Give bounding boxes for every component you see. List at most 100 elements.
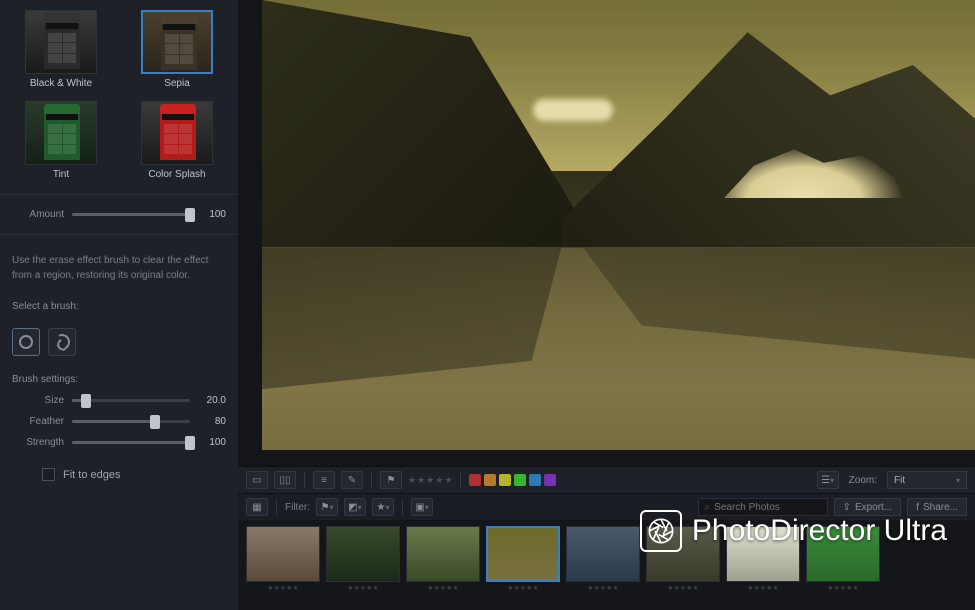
color-swatch[interactable] [484, 474, 496, 486]
thumb-rating[interactable]: ★★★★★ [427, 584, 458, 592]
filmstrip-thumb[interactable]: ★★★★★ [486, 526, 560, 592]
filter-label-button[interactable]: ◩▾ [344, 498, 366, 516]
slider-value: 20.0 [198, 395, 226, 406]
thumb-image [326, 526, 400, 582]
filmstrip[interactable]: ★★★★★ ★★★★★ ★★★★★ ★★★★★ ★★★★★ ★★★★★ ★★★★★ ★★★★★ [238, 520, 975, 610]
main-area: ▭ ▯▯ ≡ ✎ ⚑ ★★★★★ ☰▾ Zoom: Fit ▾ ▦ Filter… [238, 0, 975, 610]
color-swatch[interactable] [529, 474, 541, 486]
amount-slider[interactable]: Amount 100 [12, 209, 226, 220]
rating-stars[interactable]: ★★★★★ [408, 475, 452, 486]
preset-grid: Black & White Sepia Tint Color Splash [12, 10, 226, 180]
select-brush-label: Select a brush: [12, 301, 226, 312]
thumb-image [806, 526, 880, 582]
slider-value: 100 [198, 437, 226, 448]
slider-track[interactable] [72, 420, 190, 423]
view-toolbar: ▭ ▯▯ ≡ ✎ ⚑ ★★★★★ ☰▾ Zoom: Fit ▾ [238, 466, 975, 494]
zoom-label: Zoom: [849, 475, 877, 486]
color-swatch[interactable] [499, 474, 511, 486]
preset-label: Tint [53, 169, 69, 180]
erase-hint: Use the erase effect brush to clear the … [12, 253, 226, 283]
histogram-button[interactable]: ≡ [313, 471, 335, 489]
share-icon: f [916, 502, 919, 513]
zoom-select[interactable]: Fit ▾ [887, 471, 967, 489]
filmstrip-thumb[interactable]: ★★★★★ [646, 526, 720, 592]
chevron-down-icon: ▾ [956, 476, 960, 485]
slider-thumb[interactable] [185, 436, 195, 450]
filter-label: Filter: [285, 502, 310, 513]
thumb-rating[interactable]: ★★★★★ [267, 584, 298, 592]
preset-label: Black & White [30, 78, 92, 89]
search-box[interactable]: ⌕ × [698, 498, 828, 516]
slider-label: Strength [12, 437, 64, 448]
share-button[interactable]: f Share... [907, 498, 967, 516]
brush-settings-label: Brush settings: [12, 374, 226, 385]
thumb-image [246, 526, 320, 582]
tool-button[interactable]: ✎ [341, 471, 363, 489]
thumb-rating[interactable]: ★★★★★ [747, 584, 778, 592]
thumb-rating[interactable]: ★★★★★ [587, 584, 618, 592]
filmstrip-thumb[interactable]: ★★★★★ [326, 526, 400, 592]
search-input[interactable] [714, 502, 846, 513]
zoom-value: Fit [894, 475, 905, 486]
slider-thumb[interactable] [81, 394, 91, 408]
preview-image [262, 0, 975, 450]
strength-slider[interactable]: Strength 100 [12, 437, 226, 448]
feather-slider[interactable]: Feather 80 [12, 416, 226, 427]
size-slider[interactable]: Size 20.0 [12, 395, 226, 406]
filter-mode-button[interactable]: ▦ [246, 498, 268, 516]
brush-apply-button[interactable] [12, 328, 40, 356]
slider-value: 80 [198, 416, 226, 427]
filter-rating-button[interactable]: ★▾ [372, 498, 394, 516]
color-swatch[interactable] [514, 474, 526, 486]
circle-icon [19, 335, 33, 349]
preset-black-white[interactable]: Black & White [12, 10, 110, 89]
fit-edges-label: Fit to edges [63, 469, 120, 481]
canvas[interactable] [238, 0, 975, 466]
view-single-button[interactable]: ▭ [246, 471, 268, 489]
divider [0, 234, 238, 235]
preset-sepia[interactable]: Sepia [128, 10, 226, 89]
slider-track[interactable] [72, 213, 190, 216]
thumb-image [406, 526, 480, 582]
export-button[interactable]: ⇪ Export... [834, 498, 902, 516]
filmstrip-thumb[interactable]: ★★★★★ [566, 526, 640, 592]
thumb-rating[interactable]: ★★★★★ [827, 584, 858, 592]
swirl-icon [52, 332, 73, 353]
divider [0, 194, 238, 195]
flag-button[interactable]: ⚑ [380, 471, 402, 489]
filter-bar: ▦ Filter: ⚑▾ ◩▾ ★▾ ▣▾ ⌕ × ⇪ Export... f … [238, 494, 975, 520]
filmstrip-thumb[interactable]: ★★★★★ [406, 526, 480, 592]
thumb-rating[interactable]: ★★★★★ [507, 584, 538, 592]
export-icon: ⇪ [843, 502, 851, 513]
export-label: Export... [855, 502, 892, 513]
slider-value: 100 [198, 209, 226, 220]
fit-edges-checkbox[interactable] [42, 468, 55, 481]
thumb-image [726, 526, 800, 582]
slider-label: Amount [12, 209, 64, 220]
color-swatch[interactable] [544, 474, 556, 486]
search-icon: ⌕ [705, 502, 711, 513]
thumb-rating[interactable]: ★★★★★ [347, 584, 378, 592]
view-mode-button[interactable]: ☰▾ [817, 471, 839, 489]
brush-erase-button[interactable] [48, 328, 76, 356]
preset-tint[interactable]: Tint [12, 101, 110, 180]
color-labels [469, 474, 556, 486]
color-swatch[interactable] [469, 474, 481, 486]
thumb-rating[interactable]: ★★★★★ [667, 584, 698, 592]
preset-color-splash[interactable]: Color Splash [128, 101, 226, 180]
thumb-image [566, 526, 640, 582]
filmstrip-thumb[interactable]: ★★★★★ [806, 526, 880, 592]
filmstrip-thumb[interactable]: ★★★★★ [726, 526, 800, 592]
slider-label: Feather [12, 416, 64, 427]
preset-label: Sepia [164, 78, 190, 89]
filter-flag-button[interactable]: ⚑▾ [316, 498, 338, 516]
view-compare-button[interactable]: ▯▯ [274, 471, 296, 489]
slider-track[interactable] [72, 441, 190, 444]
thumb-image [646, 526, 720, 582]
slider-track[interactable] [72, 399, 190, 402]
slider-thumb[interactable] [150, 415, 160, 429]
filter-stack-button[interactable]: ▣▾ [411, 498, 433, 516]
filmstrip-thumb[interactable]: ★★★★★ [246, 526, 320, 592]
slider-label: Size [12, 395, 64, 406]
slider-thumb[interactable] [185, 208, 195, 222]
